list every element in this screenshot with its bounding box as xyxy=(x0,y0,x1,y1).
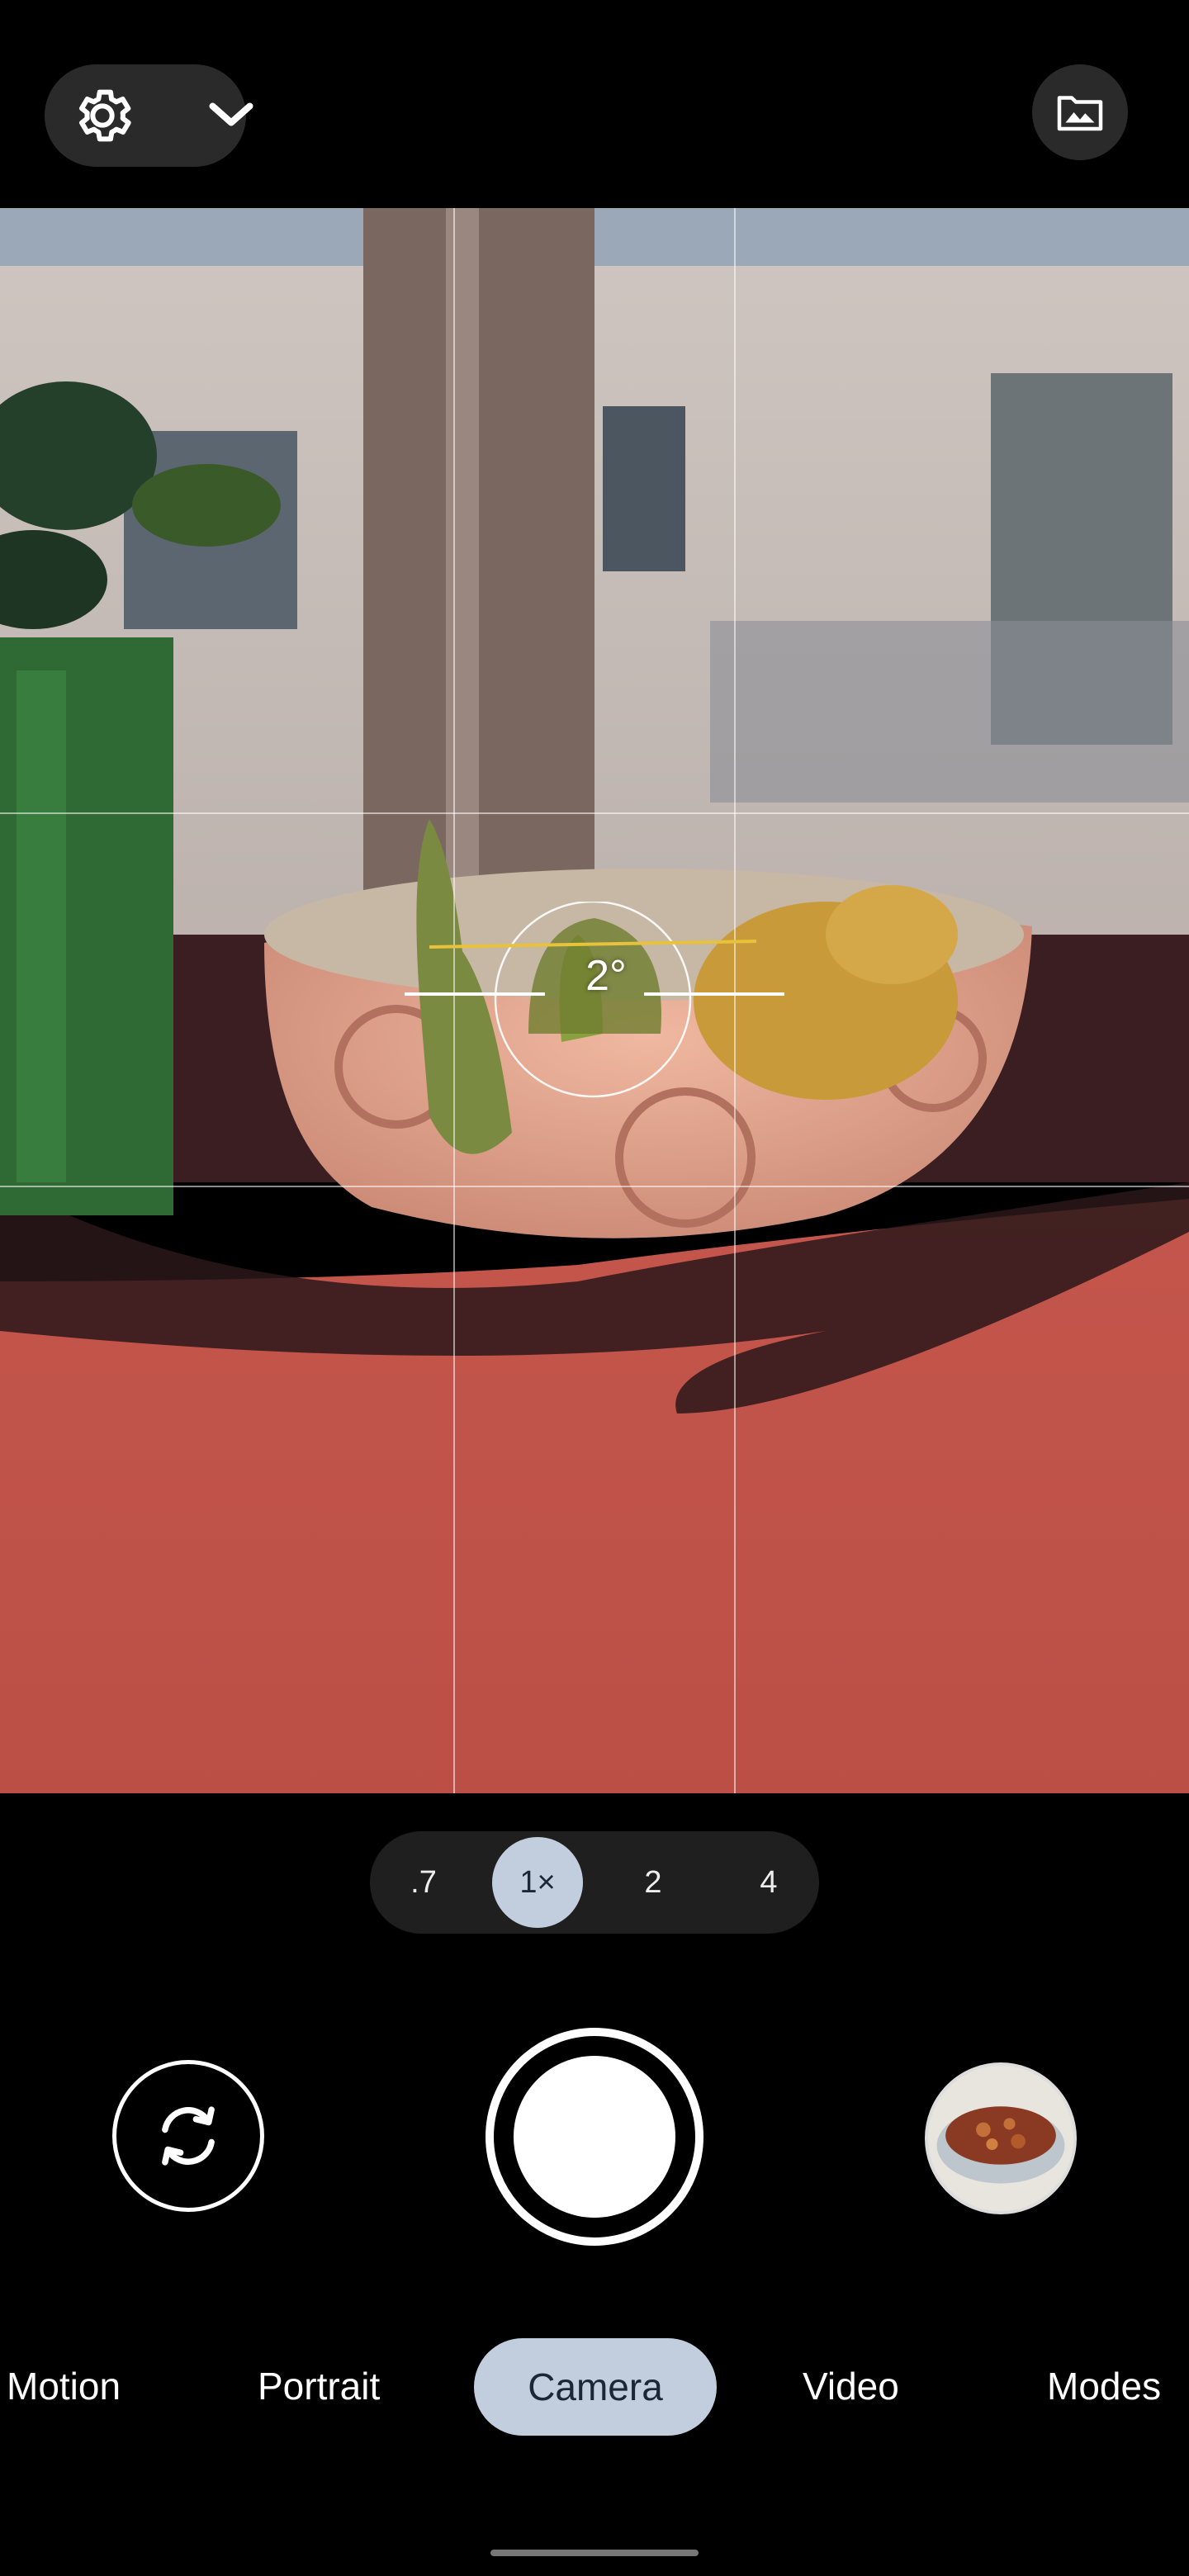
camera-viewfinder[interactable]: 2° xyxy=(0,208,1189,1793)
switch-camera-button[interactable] xyxy=(112,2060,264,2212)
zoom-option-4[interactable]: 4 xyxy=(723,1837,814,1928)
home-indicator[interactable] xyxy=(490,2550,699,2556)
gear-icon[interactable] xyxy=(69,83,135,149)
mode-tab-video[interactable]: Video xyxy=(803,2337,918,2436)
level-angle-label: 2° xyxy=(585,952,627,1000)
shutter-inner xyxy=(514,2056,675,2218)
grid-line-horizontal-1 xyxy=(0,812,1189,814)
level-indicator xyxy=(405,902,784,1098)
mode-tab-motion[interactable]: Motion xyxy=(7,2337,147,2436)
switch-camera-icon xyxy=(162,2106,215,2166)
image-folder-icon xyxy=(1057,96,1103,131)
chevron-down-icon[interactable] xyxy=(206,96,256,137)
gallery-thumbnail[interactable] xyxy=(925,2062,1077,2214)
last-photo-image xyxy=(928,2066,1073,2211)
gallery-button[interactable] xyxy=(1032,64,1128,160)
zoom-option-2[interactable]: 2 xyxy=(608,1837,699,1928)
mode-tab-modes[interactable]: Modes xyxy=(1047,2337,1179,2436)
shutter-button[interactable] xyxy=(486,2028,703,2246)
zoom-selector: .7 1× 2 4 xyxy=(370,1831,819,1934)
grid-line-horizontal-2 xyxy=(0,1186,1189,1187)
settings-pill[interactable] xyxy=(45,64,253,167)
mode-tab-camera[interactable]: Camera xyxy=(474,2338,717,2436)
mode-tab-portrait[interactable]: Portrait xyxy=(258,2337,414,2436)
zoom-option-0.7[interactable]: .7 xyxy=(378,1837,469,1928)
zoom-option-1x[interactable]: 1× xyxy=(492,1837,583,1928)
